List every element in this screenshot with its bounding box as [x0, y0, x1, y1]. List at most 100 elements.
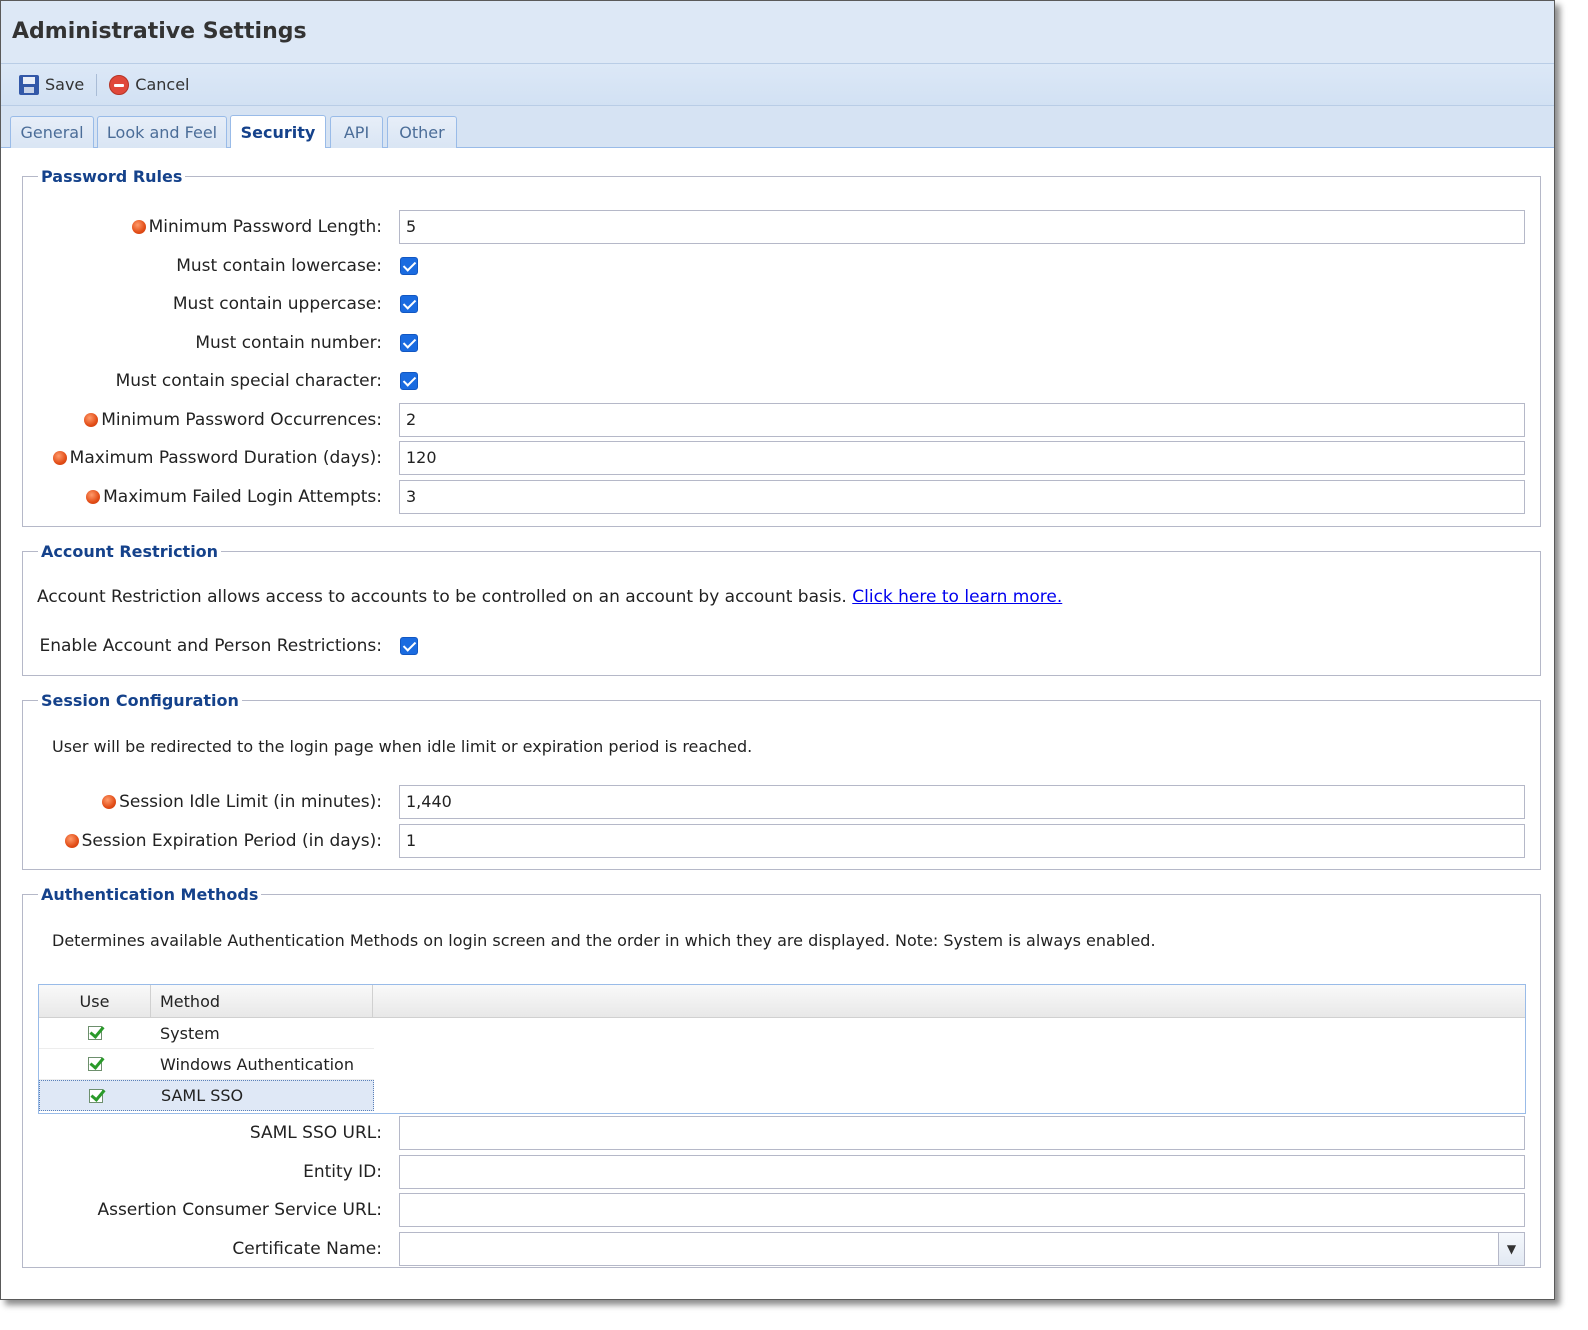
min-occurrences-label: Minimum Password Occurrences: [101, 410, 382, 430]
required-indicator-icon [86, 490, 101, 504]
account-restriction-section: Account Restriction Account Restriction … [22, 542, 1541, 676]
enable-restrictions-label: Enable Account and Person Restrictions: [39, 636, 382, 656]
special-row: Must contain special character: [23, 364, 1540, 398]
number-label: Must contain number: [195, 333, 382, 353]
table-row[interactable]: System [39, 1018, 374, 1049]
admin-settings-window: Administrative Settings Save Cancel Gene… [0, 0, 1555, 1300]
cancel-circle-icon [109, 74, 130, 95]
title-bar: Administrative Settings [1, 1, 1554, 64]
enable-restrictions-row: Enable Account and Person Restrictions: [23, 629, 1540, 663]
authentication-methods-description: Determines available Authentication Meth… [52, 931, 1156, 950]
chevron-down-icon[interactable]: ▼ [1498, 1233, 1524, 1265]
method-cell: Windows Authentication [160, 1054, 354, 1074]
uppercase-checkbox[interactable] [400, 295, 418, 313]
tab-other[interactable]: Other [387, 116, 457, 148]
authentication-methods-legend: Authentication Methods [41, 885, 259, 904]
min-length-label-wrap: Minimum Password Length: [131, 210, 382, 244]
lowercase-row: Must contain lowercase: [23, 249, 1540, 283]
account-restriction-description-wrap: Account Restriction allows access to acc… [37, 587, 1062, 607]
acs-url-input[interactable] [399, 1193, 1525, 1227]
column-header-method[interactable]: Method [151, 985, 373, 1017]
window-title: Administrative Settings [12, 19, 307, 44]
account-restriction-legend: Account Restriction [41, 542, 219, 561]
entity-id-label: Entity ID: [303, 1162, 382, 1182]
use-cell [39, 1018, 151, 1048]
saml-url-input[interactable] [399, 1116, 1525, 1150]
grid-header: Use Method [39, 985, 1525, 1018]
toolbar: Save Cancel [1, 64, 1554, 106]
max-failed-label: Maximum Failed Login Attempts: [103, 487, 382, 507]
required-indicator-icon [102, 795, 117, 809]
floppy-disk-icon [19, 74, 39, 95]
uppercase-row: Must contain uppercase: [23, 287, 1540, 321]
max-duration-row: Maximum Password Duration (days): 120 [23, 441, 1540, 475]
number-row: Must contain number: [23, 326, 1540, 360]
expiration-input[interactable]: 1 [399, 824, 1525, 858]
method-cell: System [160, 1023, 220, 1043]
tab-general[interactable]: General [10, 116, 94, 148]
table-row[interactable]: Windows Authentication [39, 1049, 374, 1080]
idle-limit-label: Session Idle Limit (in minutes): [119, 792, 382, 812]
save-button[interactable]: Save [15, 74, 88, 95]
max-duration-label: Maximum Password Duration (days): [69, 448, 382, 468]
session-configuration-legend: Session Configuration [41, 691, 239, 710]
use-checkbox[interactable] [88, 1057, 102, 1071]
cancel-label: Cancel [135, 75, 190, 94]
save-label: Save [45, 75, 85, 94]
tab-api[interactable]: API [330, 116, 383, 148]
account-restriction-description: Account Restriction allows access to acc… [37, 587, 847, 607]
saml-url-label: SAML SSO URL: [249, 1123, 382, 1143]
max-duration-label-wrap: Maximum Password Duration (days): [52, 441, 382, 475]
learn-more-link[interactable]: Click here to learn more. [852, 587, 1062, 607]
certificate-label: Certificate Name: [232, 1239, 382, 1259]
max-failed-row: Maximum Failed Login Attempts: 3 [23, 480, 1540, 514]
max-failed-input[interactable]: 3 [399, 480, 1525, 514]
expiration-label-wrap: Session Expiration Period (in days): [64, 824, 382, 858]
use-checkbox[interactable] [88, 1026, 102, 1040]
uppercase-label: Must contain uppercase: [172, 294, 382, 314]
acs-url-row: Assertion Consumer Service URL: [23, 1193, 1540, 1227]
password-rules-section: Password Rules Minimum Password Length: … [22, 167, 1541, 527]
table-row[interactable]: SAML SSO [39, 1080, 374, 1111]
tab-security[interactable]: Security [230, 115, 326, 148]
password-rules-legend: Password Rules [41, 167, 183, 186]
required-indicator-icon [84, 413, 99, 427]
method-cell: SAML SSO [161, 1086, 244, 1105]
certificate-select[interactable]: ▼ [399, 1232, 1525, 1266]
use-cell [40, 1081, 152, 1110]
use-checkbox[interactable] [89, 1088, 103, 1103]
session-description: User will be redirected to the login pag… [52, 737, 753, 756]
enable-restrictions-checkbox[interactable] [400, 637, 418, 655]
cancel-button[interactable]: Cancel [105, 74, 193, 95]
tab-strip: General Look and Feel Security API Other [1, 106, 1554, 148]
toolbar-separator [96, 73, 98, 96]
min-occurrences-row: Minimum Password Occurrences: 2 [23, 403, 1540, 437]
special-label: Must contain special character: [115, 371, 382, 391]
number-checkbox[interactable] [400, 334, 418, 352]
min-length-input[interactable]: 5 [399, 210, 1525, 244]
idle-limit-row: Session Idle Limit (in minutes): 1,440 [23, 785, 1540, 819]
lowercase-label: Must contain lowercase: [176, 256, 382, 276]
session-configuration-section: Session Configuration User will be redir… [22, 691, 1541, 870]
acs-url-label: Assertion Consumer Service URL: [97, 1200, 382, 1220]
required-indicator-icon [64, 834, 79, 848]
use-cell [39, 1049, 151, 1079]
expiration-row: Session Expiration Period (in days): 1 [23, 824, 1540, 858]
column-header-use[interactable]: Use [39, 985, 151, 1017]
required-indicator-icon [131, 220, 146, 234]
idle-limit-input[interactable]: 1,440 [399, 785, 1525, 819]
authentication-methods-section: Authentication Methods Determines availa… [22, 885, 1541, 1268]
tab-look-and-feel[interactable]: Look and Feel [97, 116, 227, 148]
min-length-row: Minimum Password Length: 5 [23, 210, 1540, 244]
lowercase-checkbox[interactable] [400, 257, 418, 275]
entity-id-input[interactable] [399, 1155, 1525, 1189]
min-length-label: Minimum Password Length: [148, 217, 382, 237]
special-checkbox[interactable] [400, 372, 418, 390]
min-occurrences-label-wrap: Minimum Password Occurrences: [84, 403, 382, 437]
saml-url-row: SAML SSO URL: [23, 1116, 1540, 1150]
min-occurrences-input[interactable]: 2 [399, 403, 1525, 437]
idle-limit-label-wrap: Session Idle Limit (in minutes): [102, 785, 382, 819]
expiration-label: Session Expiration Period (in days): [81, 831, 382, 851]
max-duration-input[interactable]: 120 [399, 441, 1525, 475]
required-indicator-icon [52, 451, 67, 465]
